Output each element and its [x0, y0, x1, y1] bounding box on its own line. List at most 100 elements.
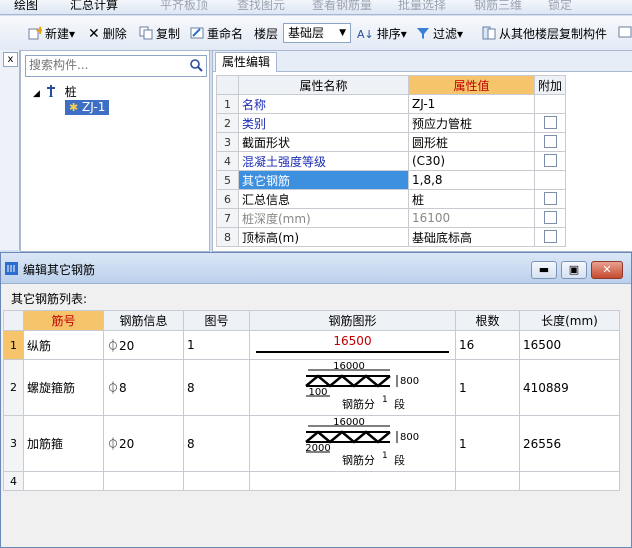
rebar-info[interactable]: ⏀8 [103, 359, 184, 416]
property-row[interactable]: 1 名称 ZJ-1 [216, 94, 567, 114]
tab-property-edit[interactable]: 属性编辑 [215, 52, 278, 72]
property-tabbar: 属性编辑 [213, 51, 632, 72]
floor-select[interactable]: 基础层 ▼ [283, 23, 351, 43]
left-dock-strip: x [0, 50, 20, 250]
delete-button[interactable]: ✕ 删除 [88, 25, 127, 42]
rebar-length [519, 471, 620, 491]
property-row[interactable]: 2 类别 预应力管桩 [216, 113, 567, 133]
collapse-icon[interactable]: ◢ [33, 89, 40, 99]
property-extra-cell [533, 170, 567, 190]
rename-button[interactable]: 重命名 [190, 25, 243, 42]
rebar-fig[interactable]: 8 [183, 415, 250, 472]
rebar-fig[interactable] [183, 471, 250, 491]
copy-from-floor-button[interactable]: 从其他楼层复制构件 [482, 25, 607, 42]
property-value[interactable]: 1,8,8 [408, 170, 535, 190]
spiral-stirrup-shape: 16000 800 100 钢筋分 1 段 [304, 362, 419, 411]
maximize-button[interactable]: ▣ [561, 261, 587, 279]
rebar-row-number: 3 [3, 415, 24, 472]
close-icon[interactable]: x [3, 52, 18, 67]
rename-label: 重命名 [207, 27, 244, 41]
rebar-shape-cell[interactable]: 16000 800 100 钢筋分 1 段 [249, 359, 456, 416]
align-slab-top-button[interactable]: 平齐板顶 [160, 0, 208, 13]
rebar-shape-cell[interactable]: 16000 800 2000 钢筋分 1 段 [249, 415, 456, 472]
rebar-row[interactable]: 2 螺旋箍筋 ⏀8 8 16000 800 100 钢筋分 1 段 1 410889 [3, 359, 620, 416]
rebar-3d-button[interactable]: 钢筋三维 [474, 0, 522, 13]
property-row[interactable]: 8 顶标高(m) 基础底标高 [216, 227, 567, 247]
rebar-name[interactable]: 螺旋箍筋 [23, 359, 104, 416]
rebar-name[interactable] [23, 471, 104, 491]
filter-label: 过滤 [433, 27, 458, 41]
straight-bar-shape: 16500 [251, 332, 455, 358]
property-name: 名称 [238, 94, 409, 114]
property-value[interactable]: (C30) [408, 151, 535, 171]
rebar-info[interactable]: ⏀20 [103, 415, 184, 472]
minimize-button[interactable]: ▬ [531, 261, 557, 279]
spiral-stirrup-shape: 16000 800 2000 钢筋分 1 段 [304, 418, 419, 467]
property-value[interactable]: 16100 [408, 208, 535, 228]
straight-bar-line [256, 351, 449, 353]
rebar-count[interactable]: 16 [455, 330, 520, 360]
property-row[interactable]: 4 混凝土强度等级 (C30) [216, 151, 567, 171]
filter-button[interactable]: 过滤▾ [416, 25, 463, 42]
property-name: 其它钢筋 [238, 170, 409, 190]
rebar-row-number: 1 [3, 330, 24, 360]
tree-child-label: ZJ-1 [82, 100, 106, 114]
rebar-list-label: 其它钢筋列表: [11, 292, 88, 306]
rebar-fig[interactable]: 8 [183, 359, 250, 416]
property-table: 属性名称 属性值 附加 1 名称 ZJ-1 2 类别 预应力管桩 3 截面形状 圆形桩 4 混凝土强… [216, 75, 567, 247]
rebar-count[interactable]: 1 [455, 359, 520, 416]
extra-checkbox[interactable] [543, 135, 557, 148]
draw-button[interactable]: 绘图 [14, 0, 38, 13]
property-row[interactable]: 5 其它钢筋 1,8,8 [216, 170, 567, 190]
component-tree-panel: ◢ 桩 ✱ ZJ-1 [20, 50, 210, 252]
top-toolbar: 绘图 汇总计算 平齐板顶 查找图元 查看钢筋量 批量选择 钢筋三维 锁定 [0, 0, 632, 15]
property-value[interactable]: ZJ-1 [408, 94, 535, 114]
lock-button[interactable]: 锁定 [548, 0, 572, 13]
copy-button[interactable]: 复制 [139, 25, 180, 42]
rebar-name[interactable]: 纵筋 [23, 330, 104, 360]
rebar-count[interactable] [455, 471, 520, 491]
property-value[interactable]: 桩 [408, 189, 535, 209]
extra-checkbox[interactable] [543, 116, 557, 129]
extra-checkbox[interactable] [543, 192, 557, 205]
rebar-count[interactable]: 1 [455, 415, 520, 472]
rebar-info[interactable]: ⏀20 [103, 330, 184, 360]
view-rebar-button[interactable]: 查看钢筋量 [312, 0, 372, 13]
search-icon[interactable] [189, 58, 203, 72]
shape-side-dim: 800 [400, 432, 419, 443]
tree-child-item[interactable]: ✱ ZJ-1 [65, 100, 110, 115]
property-value[interactable]: 圆形桩 [408, 132, 535, 152]
rebar-info[interactable] [103, 471, 184, 491]
extra-checkbox[interactable] [543, 230, 557, 243]
rebar-header-info: 钢筋信息 [103, 310, 184, 331]
extra-checkbox[interactable] [543, 154, 557, 167]
find-element-button[interactable]: 查找图元 [237, 0, 285, 13]
search-input[interactable] [26, 56, 182, 74]
extra-checkbox[interactable] [543, 211, 557, 224]
rebar-shape-cell[interactable]: 16500 [249, 330, 456, 360]
shape-top-dim: 16000 [333, 418, 365, 428]
batch-select-button[interactable]: 批量选择 [398, 0, 446, 13]
rebar-table: 筋号 钢筋信息 图号 钢筋图形 根数 长度(mm) 1 纵筋 ⏀20 1 16500 16… [3, 310, 620, 491]
rebar-header-num [3, 310, 24, 331]
shape-segment-label: 钢筋分 [342, 453, 375, 467]
property-row-number: 5 [216, 170, 239, 190]
rebar-shape-cell[interactable] [249, 471, 456, 491]
rebar-row[interactable]: 1 纵筋 ⏀20 1 16500 16 16500 [3, 330, 620, 360]
rebar-name[interactable]: 加筋箍 [23, 415, 104, 472]
rebar-row[interactable]: 4 [3, 471, 620, 491]
property-row[interactable]: 3 截面形状 圆形桩 [216, 132, 567, 152]
more-toolbar-icon[interactable] [618, 25, 632, 40]
rebar-fig[interactable]: 1 [183, 330, 250, 360]
property-value[interactable]: 基础底标高 [408, 227, 535, 247]
sort-button[interactable]: A↓ 排序▾ [357, 25, 407, 42]
tree-root-item[interactable]: ◢ 桩 [33, 83, 77, 100]
property-row[interactable]: 7 桩深度(mm) 16100 [216, 208, 567, 228]
rebar-row[interactable]: 3 加筋箍 ⏀20 8 16000 800 2000 钢筋分 1 段 1 26556 [3, 415, 620, 472]
summary-calc-button[interactable]: 汇总计算 [70, 0, 118, 13]
close-button[interactable]: ✕ [591, 261, 623, 279]
property-row[interactable]: 6 汇总信息桩 [216, 189, 567, 209]
copy-floor-icon [482, 26, 496, 40]
new-button[interactable]: ✚ 新建▾ [28, 25, 75, 42]
property-value[interactable]: 预应力管桩 [408, 113, 535, 133]
